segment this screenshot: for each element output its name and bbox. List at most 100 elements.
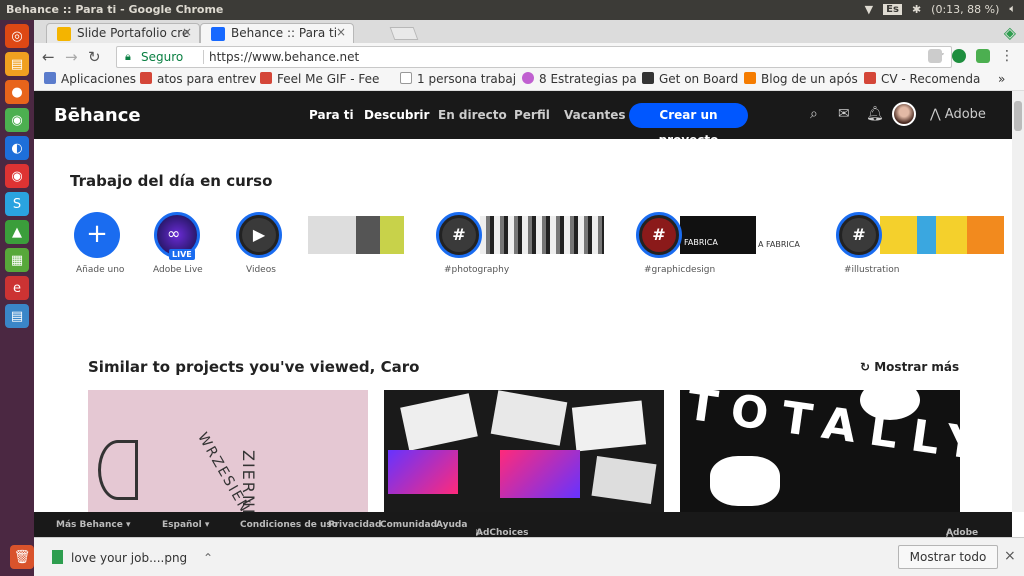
creative-cloud-icon: ∞ xyxy=(167,224,181,243)
search-icon[interactable]: ⌕ xyxy=(810,106,818,122)
close-downloads-icon[interactable]: × xyxy=(1004,548,1016,564)
blogger-icon xyxy=(744,72,756,84)
new-tab-button[interactable] xyxy=(389,27,419,40)
footer-language[interactable]: Español ▾ xyxy=(162,520,209,530)
forward-icon[interactable]: → xyxy=(65,48,78,66)
tab-label: Behance :: Para ti xyxy=(231,26,338,40)
project-card[interactable]: TOTALLY xyxy=(680,390,960,512)
behance-logo[interactable]: Bēhance xyxy=(54,105,141,126)
bookmarks-overflow-icon[interactable]: » xyxy=(998,72,1005,86)
project-card[interactable]: ZIERNIK 2016 WRZESIEŃ–PA xyxy=(88,390,368,512)
nav-descubrir[interactable]: Descubrir xyxy=(364,108,429,122)
bookmark-item[interactable]: Get on Board xyxy=(642,72,738,86)
download-item[interactable]: love your job....png ⌃ xyxy=(52,550,213,565)
bookmark-item[interactable]: 1 persona trabaj xyxy=(400,72,516,86)
address-bar[interactable]: 🔒︎ Seguro https://www.behance.net ☆ xyxy=(116,46,952,68)
document-icon[interactable]: ▤ xyxy=(5,304,29,328)
illustration-thumbnail-strip[interactable] xyxy=(880,216,1004,254)
footer-more-behance[interactable]: Más Behance ▾ xyxy=(56,520,130,530)
firefox-icon[interactable]: ● xyxy=(5,80,29,104)
graphicdesign-story[interactable]: # xyxy=(636,212,682,258)
tab-behance[interactable]: Behance :: Para ti × xyxy=(200,23,354,43)
gmail-icon xyxy=(140,72,152,84)
download-filename: love your job....png xyxy=(71,551,188,565)
tab-slide-portafolio[interactable]: Slide Portafolio cre × xyxy=(46,23,200,43)
featured-work-thumbnail[interactable] xyxy=(308,216,404,254)
bookmark-item[interactable]: atos para entrev xyxy=(140,72,256,86)
office-icon[interactable]: e xyxy=(5,276,29,300)
nav-perfil[interactable]: Perfil xyxy=(514,108,550,122)
spreadsheet-icon[interactable]: ▦ xyxy=(5,248,29,272)
behance-favicon-icon xyxy=(211,27,225,41)
reload-icon[interactable]: ↻ xyxy=(88,48,101,66)
location-extension-icon[interactable] xyxy=(952,49,966,63)
nav-para-ti[interactable]: Para ti xyxy=(309,108,354,122)
url-text[interactable]: https://www.behance.net xyxy=(209,50,359,64)
window-title: Behance :: Para ti - Google Chrome xyxy=(6,3,224,16)
nav-en-directo[interactable]: En directo xyxy=(438,108,507,122)
photography-story[interactable]: # xyxy=(436,212,482,258)
tab-close-icon[interactable]: × xyxy=(336,25,346,39)
show-all-downloads-button[interactable]: Mostrar todo xyxy=(898,545,998,569)
business-card-graphic xyxy=(571,400,647,452)
page-icon xyxy=(400,72,412,84)
apps-grid-icon xyxy=(44,72,56,84)
omnibox-separator xyxy=(203,50,204,64)
network-icon[interactable]: ▼ xyxy=(865,3,873,16)
notifications-bell-icon[interactable]: 🔔︎ xyxy=(866,106,884,122)
bookmark-item[interactable]: CV - Recomenda xyxy=(864,72,980,86)
bookmark-item[interactable]: Feel Me GIF - Fee xyxy=(260,72,379,86)
business-card-graphic xyxy=(400,393,478,451)
plus-icon: + xyxy=(86,219,108,249)
files-icon[interactable]: ▤ xyxy=(5,52,29,76)
footer-help[interactable]: Ayuda xyxy=(436,520,467,530)
bookmark-item[interactable]: Blog de un após xyxy=(744,72,858,86)
graphicdesign-thumbnail-strip[interactable]: FABRICA A FABRICA xyxy=(680,216,804,254)
illustration-story[interactable]: # xyxy=(836,212,882,258)
volume-icon[interactable]: 🔈︎ xyxy=(1009,2,1016,16)
battery-indicator[interactable]: (0:13, 88 %) xyxy=(931,3,999,16)
page-scrollbar[interactable] xyxy=(1012,91,1024,512)
tab-close-icon[interactable]: × xyxy=(182,25,192,39)
photos-icon[interactable]: ▲ xyxy=(5,220,29,244)
menu-icon[interactable]: ⋮ xyxy=(1000,48,1014,64)
scrollbar-thumb[interactable] xyxy=(1014,101,1022,131)
tab-label: Slide Portafolio cre xyxy=(77,26,190,40)
project-card[interactable] xyxy=(384,390,664,512)
bookmark-item[interactable]: 8 Estrategias pa xyxy=(522,72,637,86)
show-more-button[interactable]: ↻ Mostrar más xyxy=(860,360,959,374)
bookmark-apps[interactable]: Aplicaciones xyxy=(44,72,136,86)
avatar[interactable] xyxy=(892,102,916,126)
trash-icon[interactable]: 🗑︎ xyxy=(10,545,34,569)
ubuntu-dash-icon[interactable]: ◎ xyxy=(5,24,29,48)
back-icon[interactable]: ← xyxy=(42,48,55,66)
keyboard-layout-indicator[interactable]: Es xyxy=(883,3,902,15)
gmail-icon xyxy=(864,72,876,84)
footer-community[interactable]: Comunidad xyxy=(380,520,437,530)
messages-icon[interactable]: ✉ xyxy=(838,106,850,122)
cast-icon[interactable] xyxy=(928,49,942,63)
footer-terms[interactable]: Condiciones de uso xyxy=(240,520,338,530)
adobe-live-story[interactable]: ∞ LIVE xyxy=(154,212,200,260)
adobe-link[interactable]: ⋀ Adobe xyxy=(930,107,986,122)
create-project-button[interactable]: Crear un proyecto xyxy=(629,103,748,147)
bluetooth-icon[interactable]: ✱ xyxy=(912,3,921,16)
behance-footer: Más Behance ▾ Español ▾ Condiciones de u… xyxy=(34,512,1012,538)
extension-icon[interactable] xyxy=(976,49,990,63)
videos-story[interactable]: ▶ xyxy=(236,212,282,258)
web-browser-icon[interactable]: ◐ xyxy=(5,136,29,160)
chrome-app-icon[interactable]: ◉ xyxy=(5,164,29,188)
hashtag-icon: # xyxy=(842,218,876,252)
graphicdesign-tag: #graphicdesign xyxy=(644,265,716,275)
skype-icon[interactable]: S xyxy=(5,192,29,216)
card-graphic xyxy=(98,440,138,500)
similar-section-title: Similar to projects you've viewed, Caro xyxy=(88,358,420,376)
add-story-button[interactable]: + xyxy=(74,212,120,258)
file-icon xyxy=(52,550,63,564)
chevron-up-icon[interactable]: ⌃ xyxy=(203,551,213,565)
brand-text: FABRICA xyxy=(684,238,718,247)
photography-thumbnail-strip[interactable] xyxy=(480,216,604,254)
chrome-icon[interactable]: ◉ xyxy=(5,108,29,132)
footer-privacy[interactable]: Privacidad xyxy=(328,520,381,530)
nav-vacantes[interactable]: Vacantes xyxy=(564,108,626,122)
